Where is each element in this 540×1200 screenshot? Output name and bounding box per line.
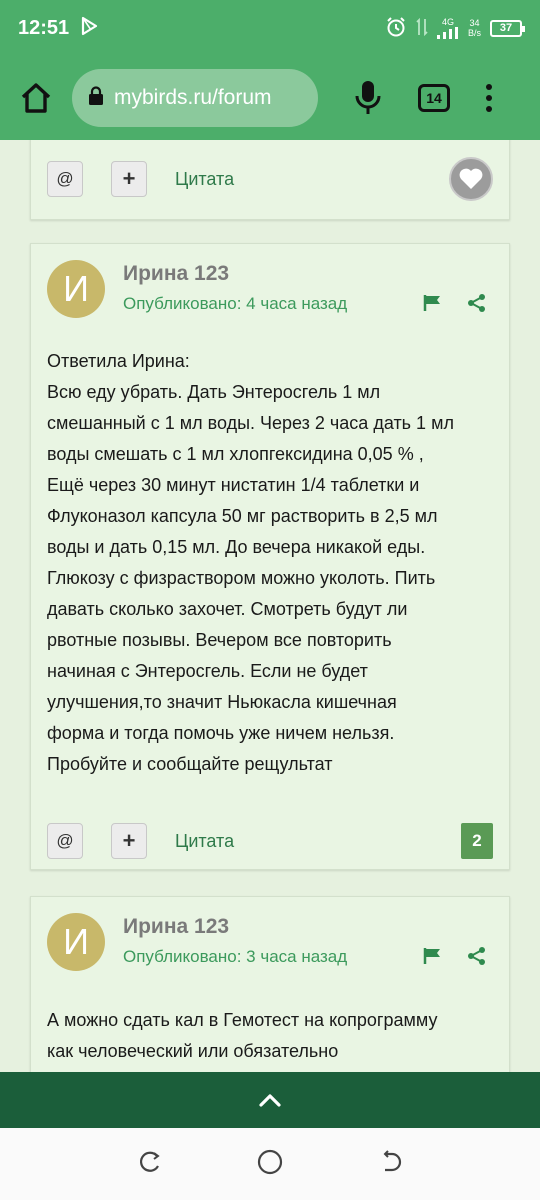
mention-button[interactable]: @ bbox=[47, 823, 83, 859]
author-name[interactable]: Ирина 123 bbox=[123, 915, 229, 939]
post-actions: @ + Цитата bbox=[47, 157, 493, 201]
quote-button[interactable]: Цитата bbox=[175, 831, 234, 852]
avatar[interactable]: И bbox=[47, 913, 105, 971]
lock-icon bbox=[88, 85, 104, 111]
microphone-icon bbox=[355, 81, 381, 114]
post-line: Всю еду убрать. Дать Энтеросгель 1 мл bbox=[47, 382, 381, 402]
recents-icon bbox=[139, 1151, 160, 1172]
post-date[interactable]: Опубликовано: 4 часа назад bbox=[123, 294, 347, 314]
heart-icon bbox=[459, 168, 483, 189]
post-card-previous: @ + Цитата bbox=[30, 140, 510, 220]
voice-search-button[interactable] bbox=[348, 76, 388, 120]
post-header: И Ирина 123 Опубликовано: 3 часа назад bbox=[47, 913, 493, 973]
share-icon[interactable] bbox=[467, 946, 487, 971]
post-line: Флуконазол капсула 50 мг растворить в 2,… bbox=[47, 506, 438, 526]
scroll-to-top-bar[interactable] bbox=[0, 1072, 540, 1128]
address-bar[interactable]: mybirds.ru/forum bbox=[72, 69, 318, 127]
post-line: А можно сдать кал в Гемотест на копрогра… bbox=[47, 1010, 438, 1030]
network-type-label: 4G bbox=[441, 17, 454, 27]
browser-toolbar: mybirds.ru/forum 14 bbox=[0, 56, 540, 140]
back-nav-button[interactable] bbox=[377, 1149, 403, 1180]
post-body: А можно сдать кал в Гемотест на копрогра… bbox=[47, 1005, 497, 1067]
multiquote-button[interactable]: + bbox=[111, 161, 147, 197]
author-name[interactable]: Ирина 123 bbox=[123, 262, 229, 286]
post-actions: @ + Цитата 2 bbox=[47, 822, 493, 860]
tab-switcher-button[interactable]: 14 bbox=[418, 84, 450, 112]
post-line: улучшения,то значит Ньюкасла кишечная bbox=[47, 692, 397, 712]
post-date[interactable]: Опубликовано: 3 часа назад bbox=[123, 947, 347, 967]
share-icon[interactable] bbox=[467, 293, 487, 318]
network-type: 4G bbox=[436, 17, 459, 39]
report-flag-icon[interactable] bbox=[423, 947, 443, 970]
post-line: воды и дать 0,15 мл. До вечера никакой е… bbox=[47, 537, 426, 557]
post-line: воды смешать с 1 мл хлопгексидина 0,05 %… bbox=[47, 444, 424, 464]
reputation-badge[interactable]: 2 bbox=[461, 823, 493, 859]
tab-count: 14 bbox=[426, 90, 442, 106]
signal-icon bbox=[436, 27, 458, 39]
recent-apps-button[interactable] bbox=[137, 1149, 163, 1180]
battery-icon: 37 bbox=[490, 19, 525, 37]
avatar[interactable]: И bbox=[47, 260, 105, 318]
post-line: давать сколько захочет. Смотреть будут л… bbox=[47, 599, 408, 619]
post-line: Глюкозу с физраствором можно уколоть. Пи… bbox=[47, 568, 436, 588]
mention-button[interactable]: @ bbox=[47, 161, 83, 197]
data-transfer-icon bbox=[416, 17, 428, 40]
post-line: смешанный с 1 мл воды. Через 2 часа дать… bbox=[47, 413, 454, 433]
multiquote-button[interactable]: + bbox=[111, 823, 147, 859]
net-speed-unit: B/s bbox=[467, 28, 481, 38]
post-header: И Ирина 123 Опубликовано: 4 часа назад bbox=[47, 260, 493, 320]
post-line: начиная с Энтеросгель. Если не будет bbox=[47, 661, 368, 681]
post-card: И Ирина 123 Опубликовано: 4 часа назад О… bbox=[30, 243, 510, 870]
post-body: Ответила Ирина: Всю еду убрать. Дать Энт… bbox=[47, 346, 497, 780]
net-speed: 34 B/s bbox=[468, 18, 481, 38]
like-button[interactable] bbox=[449, 157, 493, 201]
chevron-up-icon bbox=[259, 1094, 281, 1107]
forum-thread: @ + Цитата И Ирина 123 Опубликовано: 4 ч… bbox=[0, 140, 540, 1072]
net-speed-value: 34 bbox=[469, 18, 480, 28]
battery-level: 37 bbox=[499, 22, 513, 34]
post-line: как человеческий или обязательно bbox=[47, 1041, 339, 1061]
status-bar: 12:51 4G 34 B/s 37 bbox=[0, 0, 540, 56]
status-time: 12:51 bbox=[18, 16, 70, 39]
play-store-icon bbox=[79, 16, 99, 41]
home-nav-button[interactable] bbox=[256, 1148, 284, 1181]
post-line: Ещё через 30 минут нистатин 1/4 таблетки… bbox=[47, 475, 420, 495]
home-button[interactable] bbox=[14, 76, 58, 120]
home-icon bbox=[21, 83, 51, 113]
post-line: рвотные позывы. Вечером все повторить bbox=[47, 630, 392, 650]
post-line: форма и тогда помочь уже ничем нельзя. bbox=[47, 723, 395, 743]
url-text: mybirds.ru/forum bbox=[114, 86, 272, 109]
quote-button[interactable]: Цитата bbox=[175, 169, 234, 190]
post-card: И Ирина 123 Опубликовано: 3 часа назад А… bbox=[30, 896, 510, 1072]
post-line: Пробуйте и сообщайте рещультат bbox=[47, 754, 333, 774]
report-flag-icon[interactable] bbox=[423, 294, 443, 317]
home-circle-icon bbox=[257, 1149, 283, 1174]
alarm-icon bbox=[385, 16, 407, 41]
system-nav-bar bbox=[0, 1128, 540, 1200]
back-icon bbox=[383, 1149, 402, 1171]
browser-menu-button[interactable] bbox=[484, 84, 494, 112]
post-line: Ответила Ирина: bbox=[47, 351, 190, 371]
